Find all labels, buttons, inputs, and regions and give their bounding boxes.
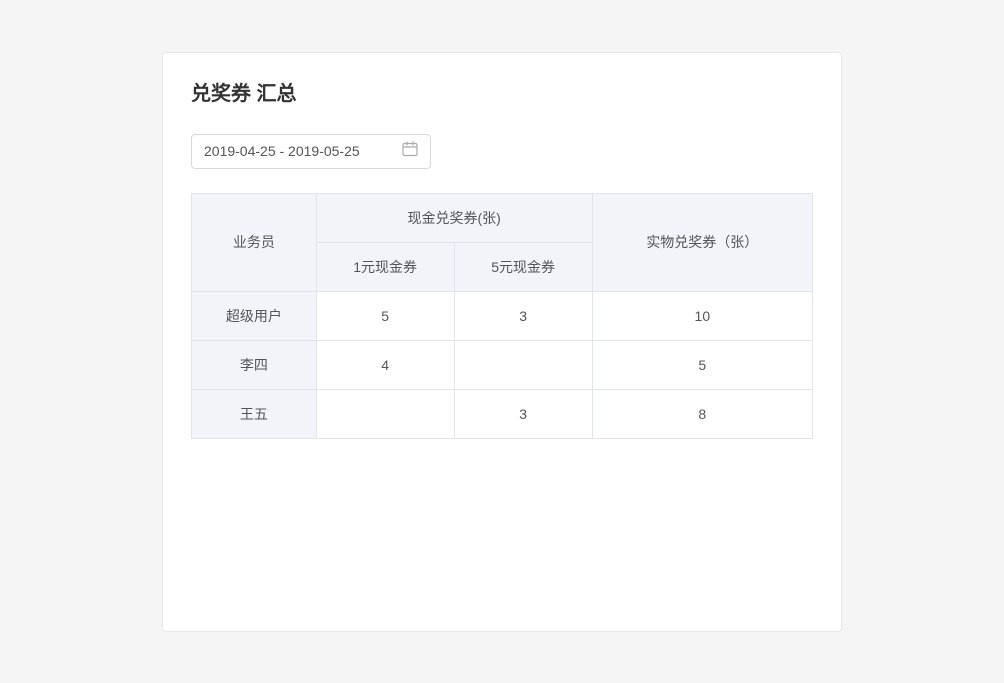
cell-staff: 李四 xyxy=(192,340,317,389)
page-title: 兑奖券 汇总 xyxy=(191,77,813,106)
table-row: 王五 38 xyxy=(192,389,813,438)
cell-cash5 xyxy=(454,340,592,389)
date-picker-wrapper: 2019-04-25 - 2019-05-25 xyxy=(191,134,813,169)
main-card: 兑奖券 汇总 2019-04-25 - 2019-05-25 业务员 现金兑奖券… xyxy=(162,52,842,632)
date-picker[interactable]: 2019-04-25 - 2019-05-25 xyxy=(191,134,431,169)
col-cash5-header: 5元现金券 xyxy=(454,242,592,291)
cell-staff: 超级用户 xyxy=(192,291,317,340)
table-row: 李四4 5 xyxy=(192,340,813,389)
cell-staff: 王五 xyxy=(192,389,317,438)
cell-cash1 xyxy=(316,389,454,438)
cell-goods1: 5 xyxy=(592,340,812,389)
table-row: 超级用户5310 xyxy=(192,291,813,340)
cell-cash5: 3 xyxy=(454,291,592,340)
cell-cash5: 3 xyxy=(454,389,592,438)
col-goods-group-header: 实物兑奖券（张） xyxy=(592,193,812,291)
date-picker-value: 2019-04-25 - 2019-05-25 xyxy=(204,143,392,159)
cell-cash1: 4 xyxy=(316,340,454,389)
calendar-icon xyxy=(402,141,418,162)
cell-goods1: 8 xyxy=(592,389,812,438)
cell-goods1: 10 xyxy=(592,291,812,340)
col-staff-header: 业务员 xyxy=(192,193,317,291)
cell-cash1: 5 xyxy=(316,291,454,340)
col-cash1-header: 1元现金券 xyxy=(316,242,454,291)
col-cash-group-header: 现金兑奖券(张) xyxy=(316,193,592,242)
summary-table: 业务员 现金兑奖券(张) 实物兑奖券（张） 1元现金券 5元现金券 超级用户53… xyxy=(191,193,813,439)
